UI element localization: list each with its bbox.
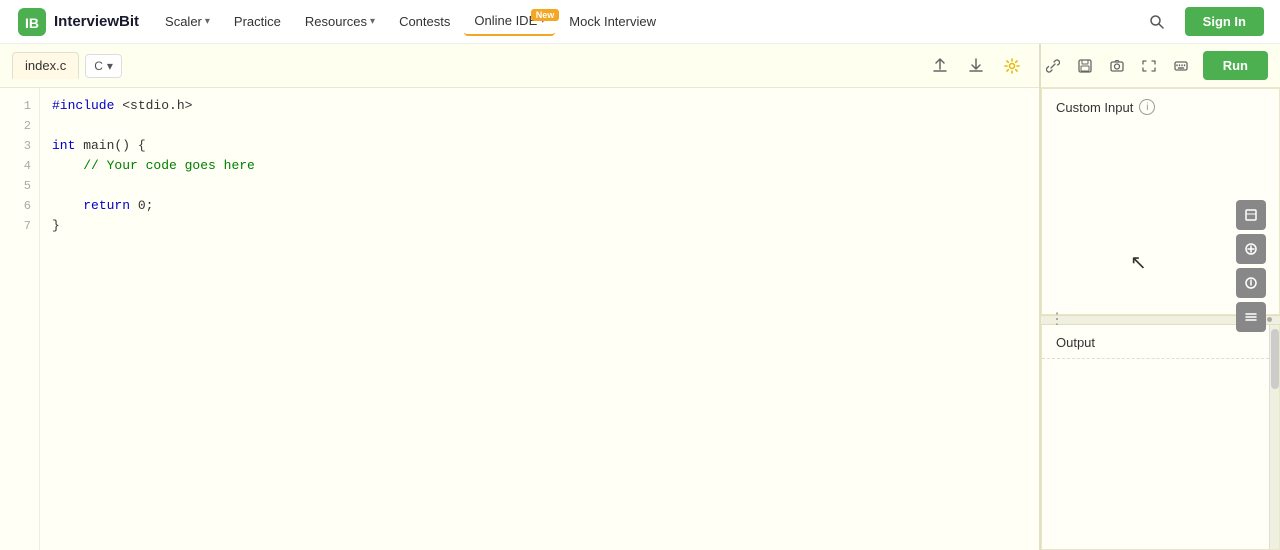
line-num-5: 5 xyxy=(0,176,39,196)
resize-dot-3 xyxy=(1267,317,1272,322)
navbar: IB InterviewBit Scaler ▾ Practice Resour… xyxy=(0,0,1280,44)
line-numbers: 1 2 3 4 5 6 7 xyxy=(0,88,40,550)
side-icon-4 xyxy=(1244,310,1258,324)
logo[interactable]: IB InterviewBit xyxy=(16,6,139,38)
nav-label-resources: Resources xyxy=(305,14,367,29)
side-btn-1[interactable] xyxy=(1236,200,1266,230)
upload-icon xyxy=(932,58,948,74)
side-btn-2[interactable] xyxy=(1236,234,1266,264)
code-content[interactable]: #include <stdio.h> int main() { // Your … xyxy=(40,88,1039,550)
search-icon xyxy=(1149,14,1165,30)
language-selector[interactable]: C ▾ xyxy=(85,54,122,78)
save-icon xyxy=(1078,59,1092,73)
link-button[interactable] xyxy=(1039,52,1067,80)
nav-item-online-ide[interactable]: Online IDE ▾ New xyxy=(464,7,555,36)
line-num-1: 1 xyxy=(0,96,39,116)
nav-label-mock-interview: Mock Interview xyxy=(569,14,656,29)
output-scrollbar[interactable] xyxy=(1269,325,1279,550)
upload-button[interactable] xyxy=(925,51,955,81)
language-chevron-icon: ▾ xyxy=(107,59,113,73)
line-num-3: 3 xyxy=(0,136,39,156)
language-label: C xyxy=(94,59,103,73)
save-button[interactable] xyxy=(1071,52,1099,80)
tab-label-index-c: index.c xyxy=(25,58,66,73)
camera-icon xyxy=(1110,59,1124,73)
line-num-4: 4 xyxy=(0,156,39,176)
fullscreen-icon xyxy=(1142,59,1156,73)
right-toolbar-icons xyxy=(1039,52,1195,80)
side-btn-3[interactable] xyxy=(1236,268,1266,298)
output-section: Output xyxy=(1041,325,1280,550)
run-bar: Run xyxy=(1041,44,1280,88)
link-icon xyxy=(1046,59,1060,73)
keyboard-button[interactable] xyxy=(1167,52,1195,80)
nav-item-mock-interview[interactable]: Mock Interview xyxy=(559,8,666,35)
tab-index-c[interactable]: index.c xyxy=(12,52,79,79)
signin-button[interactable]: Sign In xyxy=(1185,7,1264,36)
line-num-7: 7 xyxy=(0,216,39,236)
nav-item-scaler[interactable]: Scaler ▾ xyxy=(155,8,220,35)
editor-toolbar: index.c C ▾ xyxy=(0,44,1039,88)
new-badge: New xyxy=(531,9,560,21)
logo-icon: IB xyxy=(16,6,48,38)
download-icon xyxy=(968,58,984,74)
editor-panel: index.c C ▾ xyxy=(0,44,1040,550)
svg-text:IB: IB xyxy=(25,15,39,31)
side-icon-3 xyxy=(1244,276,1258,290)
settings-icon xyxy=(1004,58,1020,74)
nav-item-resources[interactable]: Resources ▾ xyxy=(295,8,385,35)
chevron-icon-scaler: ▾ xyxy=(205,16,210,27)
nav-item-practice[interactable]: Practice xyxy=(224,8,291,35)
nav-item-contests[interactable]: Contests xyxy=(389,8,460,35)
side-icon-2 xyxy=(1244,242,1258,256)
nav-label-scaler: Scaler xyxy=(165,14,202,29)
side-icon-1 xyxy=(1244,208,1258,222)
download-button[interactable] xyxy=(961,51,991,81)
logo-text: InterviewBit xyxy=(54,13,139,30)
main-container: index.c C ▾ xyxy=(0,44,1280,550)
nav-label-online-ide: Online IDE xyxy=(474,13,537,28)
keyboard-icon xyxy=(1174,59,1188,73)
screenshot-button[interactable] xyxy=(1103,52,1131,80)
output-scrollbar-thumb xyxy=(1271,329,1279,389)
nav-label-contests: Contests xyxy=(399,14,450,29)
side-btn-4[interactable] xyxy=(1236,302,1266,332)
code-area[interactable]: 1 2 3 4 5 6 7 #include <stdio.h> int mai… xyxy=(0,88,1039,550)
floating-side-buttons xyxy=(1236,200,1266,332)
info-icon[interactable]: i xyxy=(1139,99,1155,115)
nav-label-practice: Practice xyxy=(234,14,281,29)
search-button[interactable] xyxy=(1141,6,1173,38)
settings-button[interactable] xyxy=(997,51,1027,81)
custom-input-label: Custom Input xyxy=(1056,100,1133,115)
fullscreen-button[interactable] xyxy=(1135,52,1163,80)
custom-input-header: Custom Input i xyxy=(1042,89,1279,123)
line-num-6: 6 xyxy=(0,196,39,216)
line-num-2: 2 xyxy=(0,116,39,136)
run-button[interactable]: Run xyxy=(1203,51,1268,80)
chevron-icon-resources: ▾ xyxy=(370,16,375,27)
